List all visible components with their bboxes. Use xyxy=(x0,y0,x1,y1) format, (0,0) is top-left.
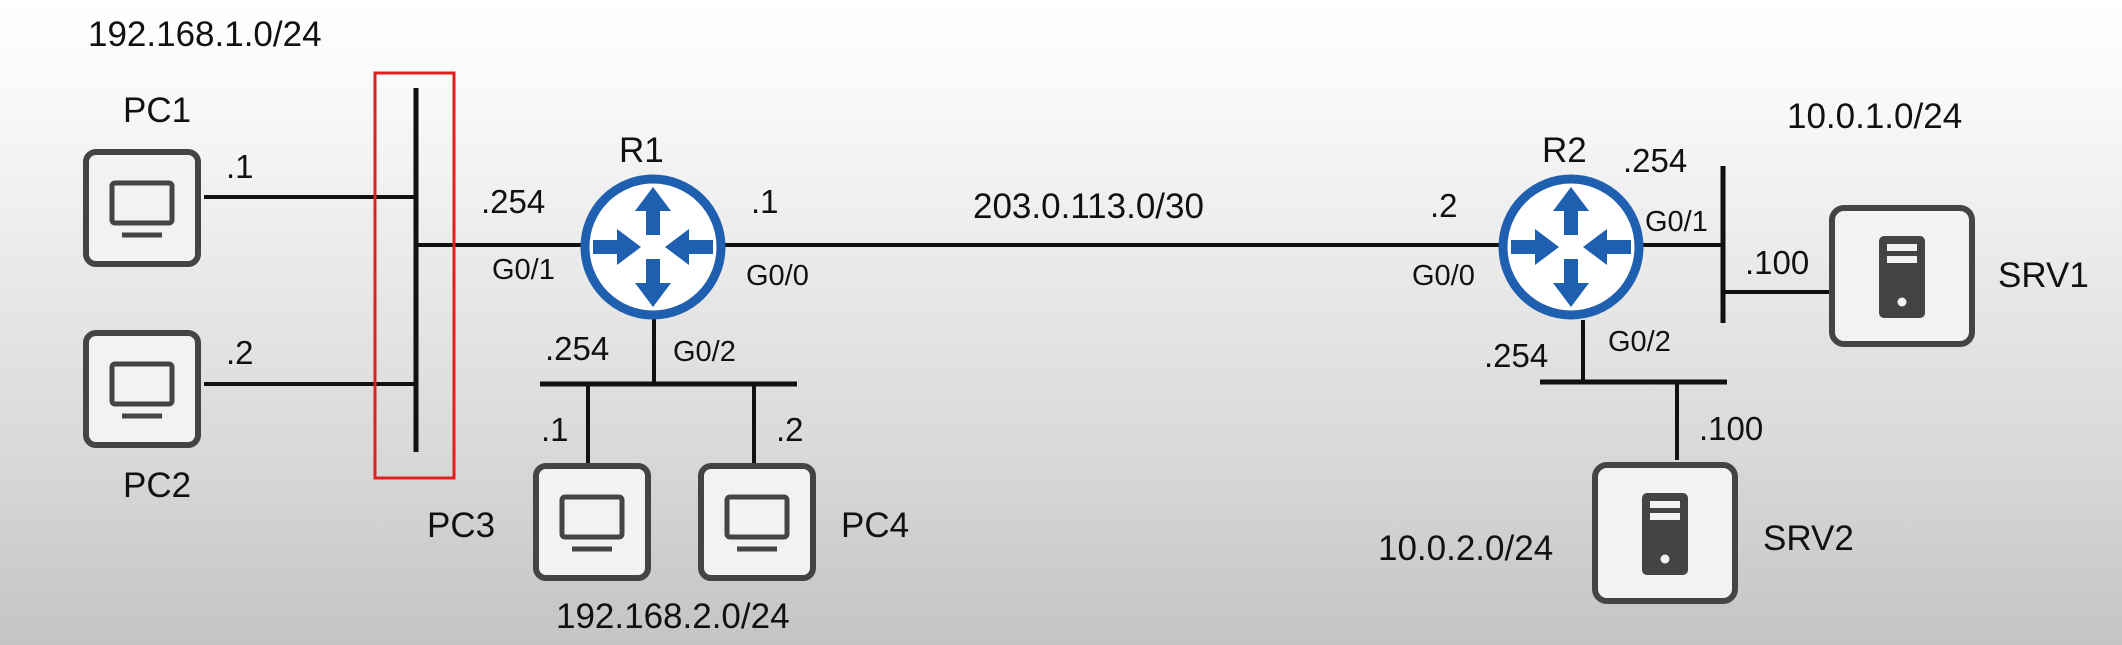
interface-r1-g02: G0/2 xyxy=(673,336,736,368)
device-label-srv1: SRV1 xyxy=(1998,256,2089,295)
address-r2-g00: .2 xyxy=(1430,187,1458,224)
device-label-r1: R1 xyxy=(619,131,664,170)
srv1[interactable] xyxy=(1832,208,1972,344)
device-label-pc2: PC2 xyxy=(123,466,191,505)
router-icon xyxy=(1499,175,1643,319)
server-icon xyxy=(1832,208,1972,344)
address-r2-g02: .254 xyxy=(1484,337,1548,374)
interface-r2-g01: G0/1 xyxy=(1645,206,1708,238)
address-srv1: .100 xyxy=(1745,244,1809,281)
address-srv2: .100 xyxy=(1699,410,1763,447)
address-r1-g01: .254 xyxy=(481,183,545,220)
pc-icon xyxy=(536,466,648,578)
pc-icon xyxy=(86,152,198,264)
network-label-lan2: 192.168.2.0/24 xyxy=(556,597,790,636)
device-label-r2: R2 xyxy=(1542,131,1587,170)
pc2[interactable] xyxy=(86,333,198,445)
pc-icon xyxy=(86,333,198,445)
address-pc3: .1 xyxy=(541,411,569,448)
network-label-srv2: 10.0.2.0/24 xyxy=(1378,529,1553,568)
router-icon xyxy=(581,175,725,319)
address-pc2: .2 xyxy=(226,334,254,371)
pc4[interactable] xyxy=(701,466,813,578)
device-label-srv2: SRV2 xyxy=(1763,519,1854,558)
address-r1-g02: .254 xyxy=(545,330,609,367)
server-icon xyxy=(1595,465,1735,601)
address-r2-g01: .254 xyxy=(1623,142,1687,179)
network-label-wan: 203.0.113.0/30 xyxy=(973,187,1204,226)
network-label-srv1: 10.0.1.0/24 xyxy=(1787,97,1962,136)
device-label-pc3: PC3 xyxy=(427,506,495,545)
network-diagram: 192.168.1.0/24 192.168.2.0/24 203.0.113.… xyxy=(0,15,2089,636)
address-r1-g00: .1 xyxy=(751,183,779,220)
interface-r1-g01: G0/1 xyxy=(492,254,555,286)
device-label-pc4: PC4 xyxy=(841,506,909,545)
pc1[interactable] xyxy=(86,152,198,264)
network-label-lan1: 192.168.1.0/24 xyxy=(88,15,322,54)
pc3[interactable] xyxy=(536,466,648,578)
interface-r2-g00: G0/0 xyxy=(1412,260,1475,292)
pc-icon xyxy=(701,466,813,578)
address-pc4: .2 xyxy=(776,411,804,448)
address-pc1: .1 xyxy=(226,148,254,185)
device-label-pc1: PC1 xyxy=(123,91,191,130)
srv2[interactable] xyxy=(1595,465,1735,601)
router-r1[interactable] xyxy=(581,175,725,319)
interface-r2-g02: G0/2 xyxy=(1608,326,1671,358)
router-r2[interactable] xyxy=(1499,175,1643,319)
interface-r1-g00: G0/0 xyxy=(746,260,809,292)
